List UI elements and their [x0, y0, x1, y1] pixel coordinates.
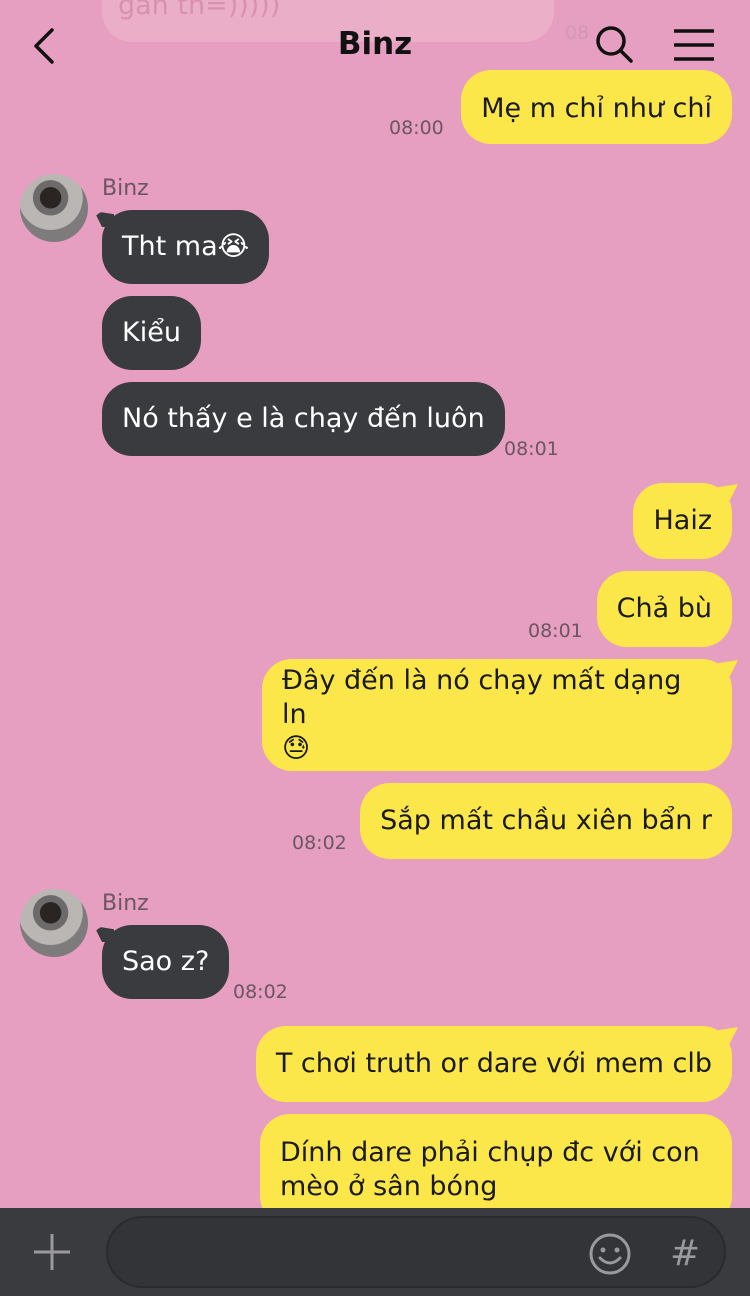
- composer-bar: #: [0, 1208, 750, 1296]
- avatar[interactable]: [20, 889, 88, 957]
- message-text: Sắp mất chầu xiên bẩn r: [380, 805, 712, 836]
- message-bubble-outgoing[interactable]: Haiz: [633, 483, 732, 559]
- message-text: Kiểu: [122, 317, 181, 348]
- message-bubble-outgoing[interactable]: Chả bù: [596, 571, 732, 647]
- sender-name: Binz: [102, 891, 149, 916]
- message-bubble-outgoing[interactable]: Sắp mất chầu xiên bẩn r: [360, 783, 732, 859]
- message-bubble-outgoing[interactable]: T chơi truth or dare với mem clb: [255, 1026, 732, 1102]
- message-text: Sao z?: [122, 946, 210, 977]
- hashtag-button[interactable]: #: [670, 1232, 700, 1276]
- chat-title: Binz: [337, 26, 413, 62]
- message-bubble-incoming[interactable]: Tht ma😭: [102, 210, 270, 284]
- message-bubble-outgoing[interactable]: Đây đến là nó chạy mất dạng ln 😓: [262, 659, 732, 771]
- message-text: Haiz: [653, 505, 712, 536]
- smiley-icon[interactable]: [588, 1232, 632, 1276]
- message-input[interactable]: #: [106, 1216, 726, 1288]
- message-time: 08:00: [389, 117, 444, 139]
- message-text: Mẹ m chỉ như chỉ: [481, 93, 712, 124]
- hamburger-menu-icon[interactable]: [672, 28, 716, 62]
- message-bubble-incoming[interactable]: Sao z?: [102, 925, 230, 999]
- plus-icon[interactable]: [32, 1232, 72, 1272]
- message-time: 08:01: [504, 438, 559, 460]
- sender-name: Binz: [102, 176, 149, 201]
- message-text: T chơi truth or dare với mem clb: [275, 1048, 712, 1079]
- search-icon[interactable]: [594, 24, 634, 64]
- avatar[interactable]: [20, 174, 88, 242]
- message-text: Tht ma😭: [122, 231, 250, 262]
- message-bubble-outgoing[interactable]: Mẹ m chỉ như chỉ: [461, 70, 732, 144]
- message-text: Chả bù: [616, 593, 712, 624]
- message-time: 08:01: [528, 620, 583, 642]
- message-time: 08:02: [292, 832, 347, 854]
- message-text-line-2: 😓: [282, 733, 311, 764]
- message-text-line-1: Đây đến là nó chạy mất dạng ln: [282, 665, 682, 730]
- message-text: Nó thấy e là chạy đến luôn: [122, 403, 485, 434]
- message-bubble-incoming[interactable]: Nó thấy e là chạy đến luôn: [102, 382, 505, 456]
- message-text-line-1: Dính dare phải chụp đc với con: [280, 1137, 700, 1168]
- message-text-line-2: mèo ở sân bóng: [280, 1171, 498, 1202]
- message-time: 08:02: [233, 981, 288, 1003]
- message-bubble-incoming[interactable]: Kiểu: [102, 296, 201, 370]
